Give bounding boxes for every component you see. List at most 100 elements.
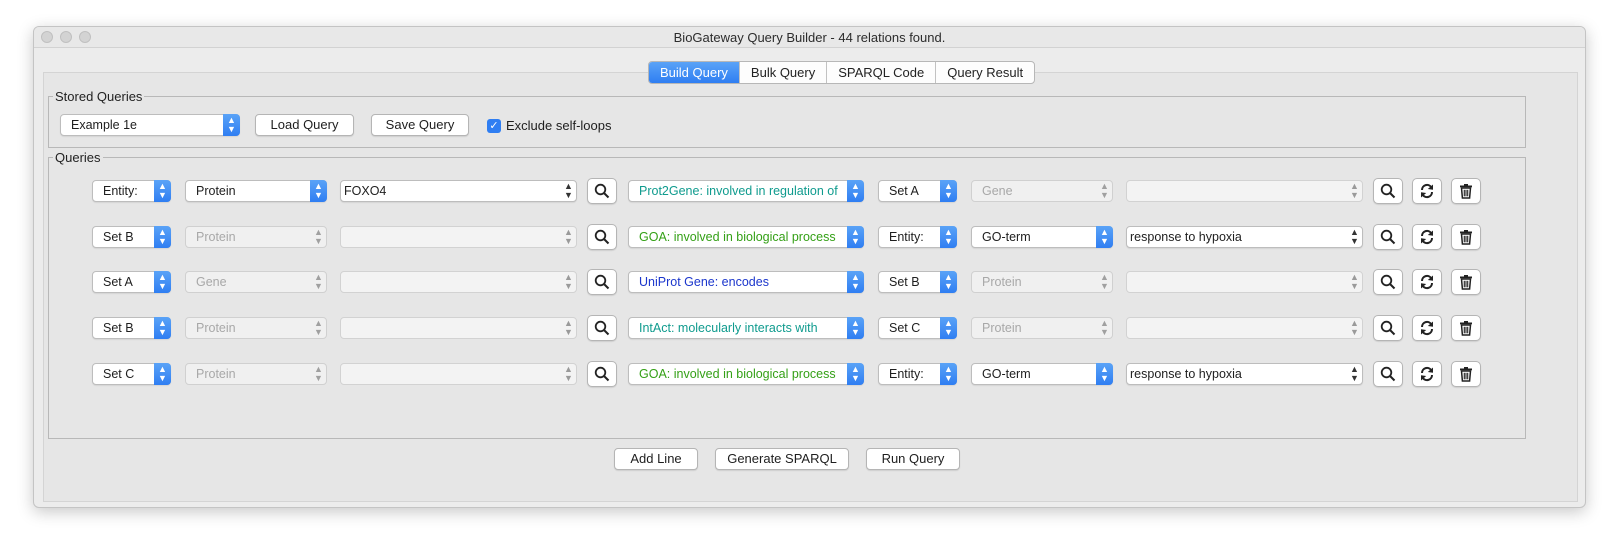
relation-select[interactable]: UniProt Gene: encodes ▲ ▼ (628, 271, 864, 293)
subject-search-button[interactable] (587, 361, 617, 387)
object-value-input[interactable]: response to hypoxia ▲ ▼ (1126, 363, 1363, 385)
subject-set-select[interactable]: Entity: ▲ ▼ (92, 180, 171, 202)
subject-type-select[interactable]: Protein ▲ ▼ (185, 180, 327, 202)
relation-select[interactable]: GOA: involved in biological process ▲ ▼ (628, 226, 864, 248)
object-type-select[interactable]: GO-term ▲ ▼ (971, 363, 1113, 385)
delete-row-button[interactable] (1451, 361, 1481, 387)
object-value-input[interactable]: response to hypoxia ▲ ▼ (1126, 226, 1363, 248)
delete-row-button[interactable] (1451, 315, 1481, 341)
chevron-updown-icon: ▲ ▼ (154, 317, 171, 339)
exclude-self-loops-label: Exclude self-loops (506, 118, 612, 133)
chevron-updown-icon: ▲ ▼ (1350, 181, 1359, 200)
chevron-updown-icon: ▲ ▼ (1100, 272, 1109, 291)
chevron-updown-icon: ▲ ▼ (314, 318, 323, 337)
subject-value-input[interactable]: ▲ ▼ (340, 271, 577, 293)
subject-type-select[interactable]: Protein ▲ ▼ (185, 317, 327, 339)
swap-row-button[interactable] (1412, 224, 1442, 250)
subject-type-select[interactable]: Protein ▲ ▼ (185, 226, 327, 248)
tab-content: Stored Queries Example 1e ▲ ▼ Load Query … (43, 72, 1578, 502)
generate-sparql-button[interactable]: Generate SPARQL (715, 448, 849, 470)
subject-value-input[interactable]: FOXO4 ▲ ▼ (340, 180, 577, 202)
add-line-button[interactable]: Add Line (614, 448, 698, 470)
object-set-select[interactable]: Entity: ▲ ▼ (878, 363, 957, 385)
relation-value: GOA: involved in biological process (639, 367, 836, 381)
search-icon (594, 274, 610, 290)
delete-row-button[interactable] (1451, 178, 1481, 204)
chevron-updown-icon: ▲ ▼ (314, 364, 323, 383)
object-set-select[interactable]: Entity: ▲ ▼ (878, 226, 957, 248)
object-set-select[interactable]: Set B ▲ ▼ (878, 271, 957, 293)
object-type-value: GO-term (982, 230, 1031, 244)
subject-search-button[interactable] (587, 269, 617, 295)
search-icon (1380, 320, 1396, 336)
delete-row-button[interactable] (1451, 269, 1481, 295)
chevron-updown-icon: ▲ ▼ (1100, 181, 1109, 200)
save-query-button[interactable]: Save Query (371, 114, 469, 136)
trash-icon (1460, 184, 1472, 199)
object-type-select[interactable]: Gene ▲ ▼ (971, 180, 1113, 202)
object-search-button[interactable] (1373, 361, 1403, 387)
subject-value-input[interactable]: ▲ ▼ (340, 226, 577, 248)
object-set-value: Entity: (889, 230, 924, 244)
object-value-input[interactable]: ▲ ▼ (1126, 271, 1363, 293)
subject-set-value: Set A (103, 275, 133, 289)
relation-select[interactable]: IntAct: molecularly interacts with ▲ ▼ (628, 317, 864, 339)
window-title: BioGateway Query Builder - 44 relations … (673, 30, 946, 45)
subject-set-select[interactable]: Set C ▲ ▼ (92, 363, 171, 385)
tab-bulk-query[interactable]: Bulk Query (740, 62, 828, 83)
chevron-updown-icon: ▲ ▼ (940, 226, 957, 248)
chevron-updown-icon: ▲ ▼ (940, 271, 957, 293)
chevron-updown-icon: ▲ ▼ (314, 272, 323, 291)
search-icon (594, 366, 610, 382)
stored-query-select[interactable]: Example 1e ▲ ▼ (60, 114, 240, 136)
chevron-updown-icon: ▲ ▼ (154, 363, 171, 385)
subject-set-value: Set B (103, 321, 134, 335)
subject-search-button[interactable] (587, 178, 617, 204)
object-type-select[interactable]: GO-term ▲ ▼ (971, 226, 1113, 248)
swap-row-button[interactable] (1412, 269, 1442, 295)
chevron-updown-icon: ▲ ▼ (154, 226, 171, 248)
subject-type-value: Protein (196, 184, 236, 198)
subject-type-select[interactable]: Protein ▲ ▼ (185, 363, 327, 385)
subject-search-button[interactable] (587, 315, 617, 341)
subject-set-select[interactable]: Set B ▲ ▼ (92, 317, 171, 339)
tab-query-result[interactable]: Query Result (936, 62, 1034, 83)
object-value-input[interactable]: ▲ ▼ (1126, 180, 1363, 202)
object-set-select[interactable]: Set A ▲ ▼ (878, 180, 957, 202)
object-set-select[interactable]: Set C ▲ ▼ (878, 317, 957, 339)
tab-sparql-code[interactable]: SPARQL Code (827, 62, 937, 83)
search-icon (1380, 183, 1396, 199)
chevron-updown-icon: ▲ ▼ (564, 318, 573, 337)
subject-value-input[interactable]: ▲ ▼ (340, 317, 577, 339)
subject-set-value: Set C (103, 367, 135, 381)
subject-type-select[interactable]: Gene ▲ ▼ (185, 271, 327, 293)
object-set-value: Entity: (889, 367, 924, 381)
relation-value: UniProt Gene: encodes (639, 275, 769, 289)
load-query-button[interactable]: Load Query (255, 114, 354, 136)
relation-select[interactable]: GOA: involved in biological process ▲ ▼ (628, 363, 864, 385)
swap-row-button[interactable] (1412, 178, 1442, 204)
object-type-select[interactable]: Protein ▲ ▼ (971, 317, 1113, 339)
swap-row-button[interactable] (1412, 361, 1442, 387)
tab-build-query[interactable]: Build Query (649, 62, 740, 83)
subject-set-select[interactable]: Set B ▲ ▼ (92, 226, 171, 248)
object-search-button[interactable] (1373, 224, 1403, 250)
object-type-value: GO-term (982, 367, 1031, 381)
exclude-self-loops-checkbox[interactable]: ✓ (487, 119, 501, 133)
subject-type-value: Protein (196, 230, 236, 244)
relation-select[interactable]: Prot2Gene: involved in regulation of ▲ ▼ (628, 180, 864, 202)
swap-row-button[interactable] (1412, 315, 1442, 341)
object-search-button[interactable] (1373, 269, 1403, 295)
run-query-button[interactable]: Run Query (866, 448, 960, 470)
object-search-button[interactable] (1373, 315, 1403, 341)
subject-search-button[interactable] (587, 224, 617, 250)
object-search-button[interactable] (1373, 178, 1403, 204)
swap-icon (1420, 274, 1434, 290)
object-type-select[interactable]: Protein ▲ ▼ (971, 271, 1113, 293)
delete-row-button[interactable] (1451, 224, 1481, 250)
subject-value-input[interactable]: ▲ ▼ (340, 363, 577, 385)
chevron-updown-icon: ▲ ▼ (564, 272, 573, 291)
chevron-updown-icon: ▲ ▼ (940, 180, 957, 202)
subject-set-select[interactable]: Set A ▲ ▼ (92, 271, 171, 293)
object-value-input[interactable]: ▲ ▼ (1126, 317, 1363, 339)
